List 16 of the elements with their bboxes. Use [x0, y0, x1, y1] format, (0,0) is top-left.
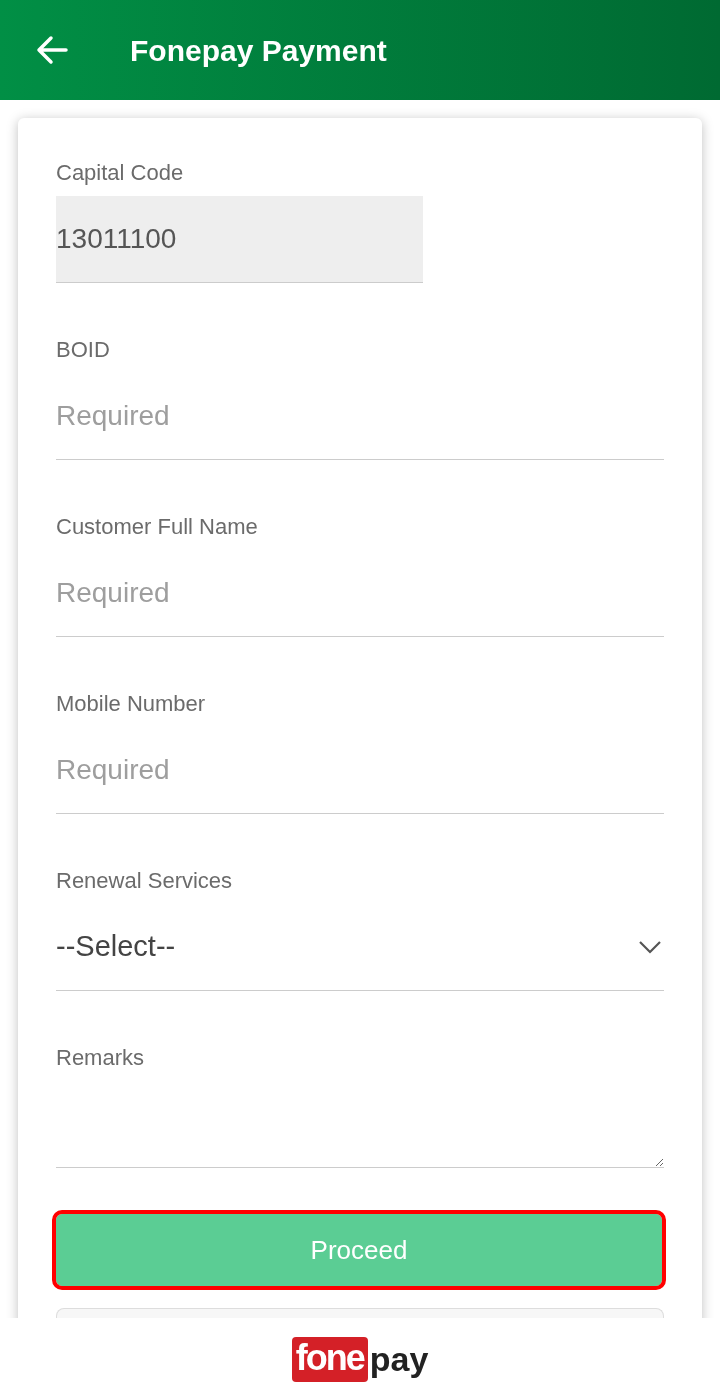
input-field[interactable]: 13011100: [56, 196, 423, 283]
field-label: Capital Code: [56, 159, 185, 187]
field-label: Remarks: [56, 1044, 145, 1072]
field-label: Customer Full Name: [56, 513, 259, 541]
input-field[interactable]: Required: [56, 727, 664, 814]
input-field[interactable]: Required: [56, 550, 664, 637]
field-label: Mobile Number: [56, 690, 207, 718]
field-label: BOID: [56, 336, 111, 364]
field-label: Renewal Services: [56, 867, 234, 895]
logo-text: pay: [369, 1342, 429, 1376]
back-arrow-icon[interactable]: [36, 35, 68, 65]
logo-text: fone: [291, 1336, 368, 1382]
dropdown[interactable]: --Select--: [56, 904, 664, 991]
screen-title: Fonepay Payment: [130, 32, 387, 69]
chevron-down-icon: [638, 940, 662, 954]
input-field[interactable]: Required: [56, 373, 664, 460]
